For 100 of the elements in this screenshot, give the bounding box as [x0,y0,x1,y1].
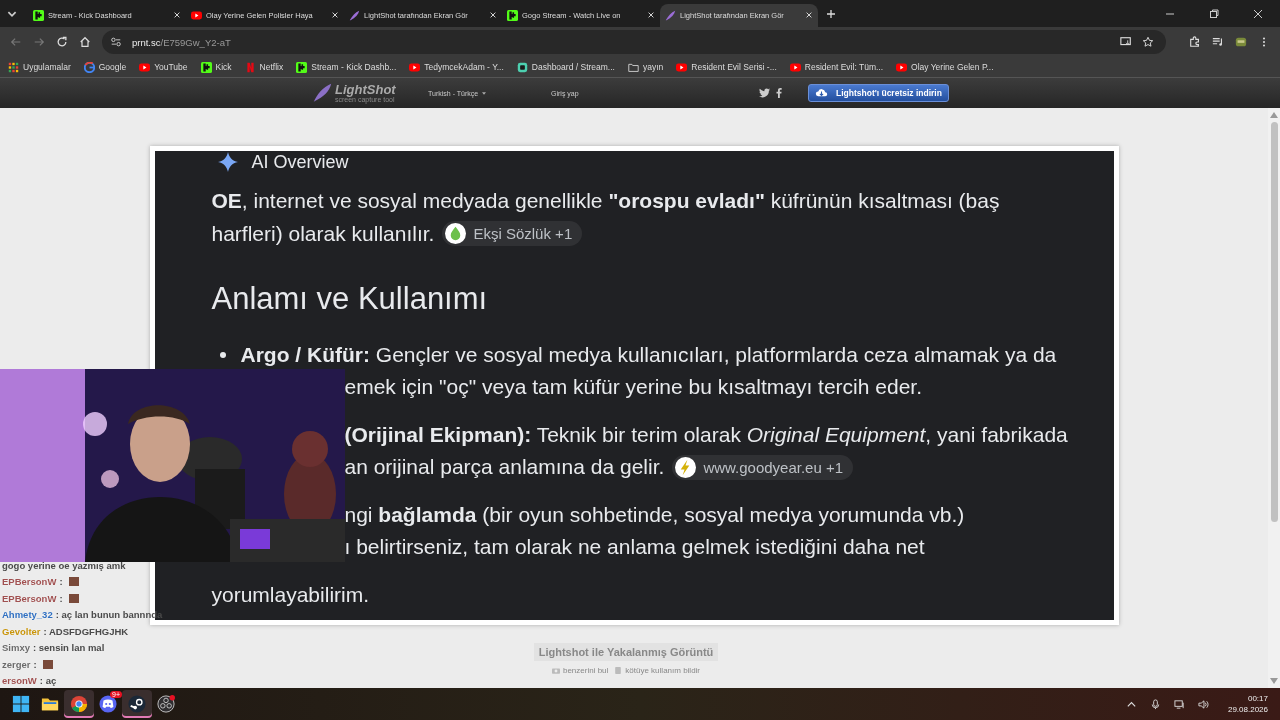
section-heading: Anlamı ve Kullanımı [211,281,489,317]
paragraph-text: ı belirtirseniz, tam olarak ne anlama gelmek istediğini daha net [344,535,925,559]
chrome-logo-icon [70,695,88,713]
flag-icon [614,667,623,674]
close-icon[interactable] [1253,8,1263,19]
twitter-bird-icon[interactable] [759,88,770,98]
paragraph-text: yorumlayabilirim. [211,583,370,607]
microphone-icon[interactable] [1149,698,1161,710]
source-chip[interactable]: Ekşi Sözlük +1 [442,221,583,246]
back-icon[interactable] [10,36,22,48]
bookmark[interactable]: Uygulamalar [8,61,71,73]
discord-logo-icon [99,695,117,713]
emote-icon [68,593,79,603]
taskbar-app[interactable] [122,690,152,718]
download-button[interactable]: Lightshot'ı ücretsiz indirin [808,84,949,102]
youtube-logo-icon [789,61,801,73]
kick-logo-icon [507,9,518,21]
chat-username: EPBersonW [2,576,57,588]
logo-text[interactable]: LightShot [335,83,396,96]
site-settings-icon[interactable] [110,36,122,48]
media-queue-icon[interactable] [1212,36,1224,48]
bookmark[interactable]: Stream - Kick Dashb... [296,61,397,73]
windows-logo-icon [12,695,30,713]
chat-message: : [59,592,63,604]
youtube-logo-icon [896,61,908,73]
bullet-dot [219,352,226,358]
taskbar-app[interactable] [64,690,94,718]
bookmark[interactable]: Resident Evil Serisi -... [676,61,777,73]
chat-username: EPBersonW [2,592,57,604]
paragraph-text: Argo / Küfür: Gençler ve sosyal medya kullanıcıları, platformlarda ceza almamak ya da [240,343,1057,367]
bookmark[interactable]: Kick [200,61,232,73]
system-clock[interactable]: 00:17 29.08.2026 [1227,692,1268,716]
chat-username: ersonW [2,675,37,687]
chat-username: Ahmety_32 [2,609,53,621]
network-icon[interactable] [1173,698,1185,710]
close-icon[interactable] [173,11,181,19]
apps-grid-icon [8,61,19,73]
install-app-icon[interactable] [1120,36,1132,48]
facebook-icon[interactable] [776,88,782,98]
chat-message: gogo yerine oe yazmış amk [2,559,126,571]
youtube-logo-icon [409,61,421,73]
bookmark[interactable]: Netflix [244,61,284,73]
clock-time: 00:17 [1247,692,1268,704]
cloud-download-icon [815,88,828,98]
close-icon[interactable] [647,11,655,19]
home-icon[interactable] [79,36,91,48]
url-path: /E759Gw_Y2-aT [160,36,231,48]
bookmark[interactable]: Google [83,61,127,73]
kick-logo-icon [200,61,212,73]
bolt-icon [675,456,697,478]
kick-logo-icon [296,61,308,73]
star-icon[interactable] [1142,36,1154,48]
bookmark[interactable]: Olay Yerine Gelen P... [896,61,994,73]
emote-icon [68,577,79,587]
bookmark[interactable]: TedymcekAdam - Y... [409,61,504,73]
restore-icon[interactable] [1209,8,1219,19]
sparkle-icon [217,152,238,172]
youtube-logo-icon [676,61,688,73]
camera-icon [551,667,560,674]
close-icon[interactable] [805,11,813,19]
close-icon[interactable] [331,11,339,19]
caption-title: Lightshot ile Yakalanmış Görüntü [533,643,719,661]
chat-message: : [59,576,63,588]
chat-message: : sensin lan mal [33,642,105,654]
chat-message: : aç [39,675,57,687]
extensions-icon[interactable] [1189,36,1201,48]
address-bar[interactable]: prnt.sc/E759Gw_Y2-aT [102,30,1166,54]
volume-icon[interactable] [1197,698,1209,710]
emote-icon [42,659,53,669]
close-icon[interactable] [489,11,497,19]
drop-icon [445,223,467,244]
kick-logo-icon [33,9,44,21]
forward-icon[interactable] [33,36,45,48]
paragraph-text: ngi bağlamda (bir oyun sohbetinde, sosyal medya yorumunda vb.) [344,503,965,527]
chat-message: : ADSFDGFHGJHK [43,625,129,637]
netflix-logo-icon [244,61,256,73]
reload-icon[interactable] [56,36,68,48]
chat-username: zerger [2,658,31,670]
steam-logo-icon [128,695,146,713]
youtube-logo-icon [191,9,202,21]
folder-icon [627,61,639,73]
bookmark[interactable]: Resident Evil: Tüm... [789,61,884,73]
chat-username: Gevolter [2,625,41,637]
new-tab-icon[interactable] [826,8,836,19]
paragraph-text: emek için "oç" veya tam küfür yerine bu kısaltmayı tercih eder. [344,375,922,399]
bookmark[interactable]: YouTube [139,61,188,73]
feather-logo-icon [312,83,332,103]
paragraph-text: an orijinal parça anlamına da gelir. [344,455,665,479]
profile-avatar-icon[interactable] [1235,36,1247,48]
clock-date: 29.08.2026 [1227,704,1268,716]
source-chip[interactable]: www.goodyear.eu +1 [672,454,854,480]
google-logo-icon [83,61,95,73]
url-host: prnt.sc [132,36,161,48]
caret-icon [482,91,487,95]
paragraph-text: harfleri) olarak kullanılır. [211,221,435,246]
feather-icon [349,9,360,21]
bookmark[interactable]: yayın [627,61,664,73]
paragraph-text: OE, internet ve sosyal medyada genellikle "orospu evladı" küfrünün kısaltması (baş [211,188,1000,213]
bookmark[interactable]: Dashboard / Stream... [516,61,615,73]
chat-message: : [33,658,37,670]
